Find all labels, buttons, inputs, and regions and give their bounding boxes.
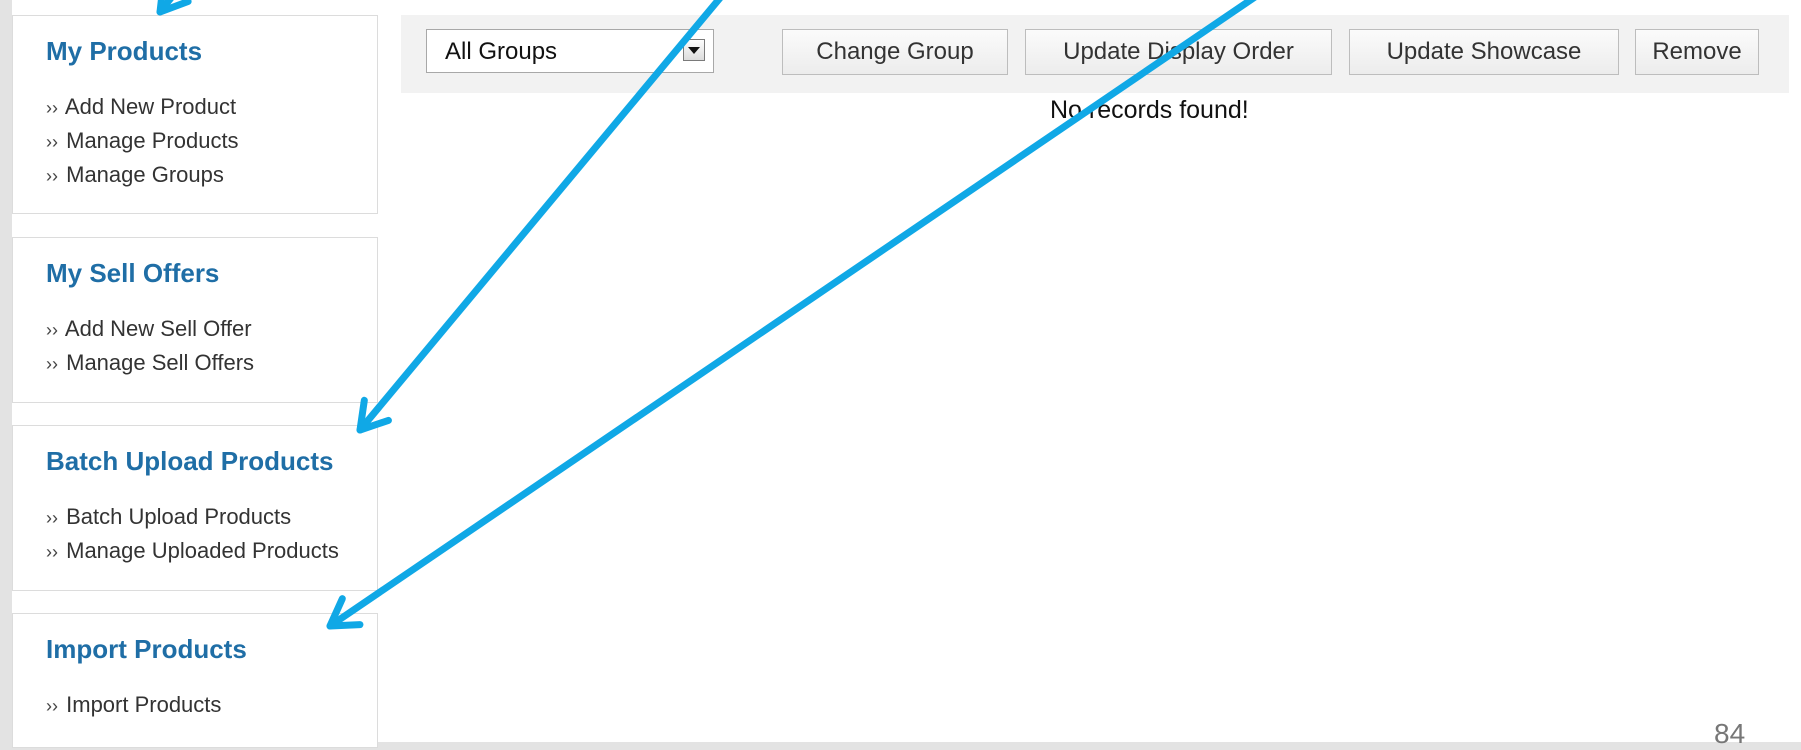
my-sell-offers-title: My Sell Offers <box>46 258 220 288</box>
add-new-product-link[interactable]: ›› Add New Product <box>46 94 236 120</box>
manage-groups-link[interactable]: ›› Manage Groups <box>46 162 224 188</box>
group-select-value: All Groups <box>445 38 558 65</box>
page-number: 84 <box>1714 718 1746 749</box>
my-products-title: My Products <box>46 36 203 66</box>
import-products-title: Import Products <box>46 634 247 664</box>
batch-upload-products-link[interactable]: ›› Batch Upload Products <box>46 504 291 530</box>
manage-products-link[interactable]: ›› Manage Products <box>46 128 239 154</box>
remove-button[interactable]: Remove <box>1635 29 1759 75</box>
toolbar: All Groups Change Group Update Display O… <box>401 15 1789 93</box>
change-group-button[interactable]: Change Group <box>782 29 1008 75</box>
update-display-order-button[interactable]: Update Display Order <box>1025 29 1332 75</box>
import-products-link[interactable]: ›› Import Products <box>46 692 221 718</box>
chevron-down-icon[interactable] <box>683 39 705 61</box>
add-new-sell-offer-link[interactable]: ›› Add New Sell Offer <box>46 316 252 342</box>
update-showcase-button[interactable]: Update Showcase <box>1349 29 1619 75</box>
manage-uploaded-products-link[interactable]: ›› Manage Uploaded Products <box>46 538 339 564</box>
batch-upload-title: Batch Upload Products <box>46 446 334 476</box>
no-records-message: No records found! <box>1050 96 1249 124</box>
manage-sell-offers-link[interactable]: ›› Manage Sell Offers <box>46 350 254 376</box>
group-select[interactable]: All Groups <box>426 29 714 73</box>
